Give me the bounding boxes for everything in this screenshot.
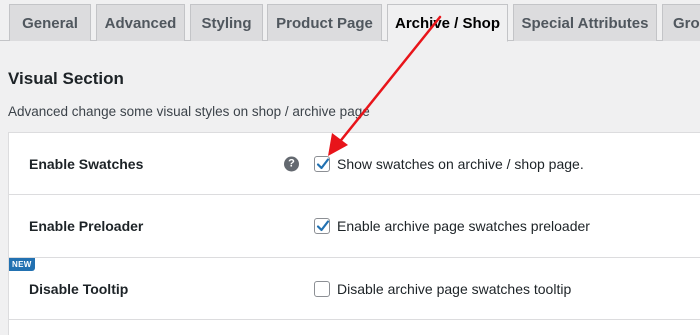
setting-option-text[interactable]: Disable archive page swatches tooltip (337, 281, 571, 297)
tab-styling[interactable]: Styling (190, 4, 263, 41)
setting-row-enable-swatches: Enable Swatches ? Show swatches on archi… (9, 133, 700, 195)
setting-label: Enable Preloader (29, 218, 144, 234)
disable-tooltip-checkbox[interactable] (314, 280, 330, 297)
setting-option-text[interactable]: Enable archive page swatches preloader (337, 218, 590, 234)
setting-label: Disable Tooltip (29, 280, 129, 297)
setting-row-disable-tooltip: NEW Disable Tooltip Disable archive page… (9, 258, 700, 320)
checkmark-icon (316, 157, 330, 169)
setting-label: Enable Swatches (29, 155, 144, 172)
setting-field: Enable archive page swatches preloader (314, 218, 590, 234)
tab-special-attributes[interactable]: Special Attributes (513, 4, 657, 41)
setting-option-text[interactable]: Show swatches on archive / shop page. (337, 156, 584, 172)
setting-field: Show swatches on archive / shop page. (314, 155, 584, 172)
section-title: Visual Section (8, 69, 124, 88)
enable-preloader-checkbox[interactable] (314, 218, 330, 234)
setting-row-enable-preloader: Enable Preloader Enable archive page swa… (9, 195, 700, 258)
settings-page: General Advanced Styling Product Page Ar… (0, 0, 700, 335)
tab-groups-partial[interactable]: Gro (662, 4, 700, 41)
setting-field: Disable archive page swatches tooltip (314, 280, 571, 297)
help-question-icon[interactable]: ? (284, 156, 299, 171)
new-badge: NEW (9, 258, 35, 271)
tab-advanced[interactable]: Advanced (96, 4, 185, 41)
section-description: Advanced change some visual styles on sh… (8, 104, 370, 119)
settings-tab-bar: General Advanced Styling Product Page Ar… (0, 0, 700, 42)
tab-general[interactable]: General (9, 4, 91, 41)
settings-table: Enable Swatches ? Show swatches on archi… (8, 132, 700, 335)
checkmark-icon (316, 220, 330, 232)
tab-archive-shop[interactable]: Archive / Shop (387, 4, 508, 42)
setting-row-partial (9, 320, 700, 335)
tab-product-page[interactable]: Product Page (267, 4, 382, 41)
enable-swatches-checkbox[interactable] (314, 155, 330, 172)
